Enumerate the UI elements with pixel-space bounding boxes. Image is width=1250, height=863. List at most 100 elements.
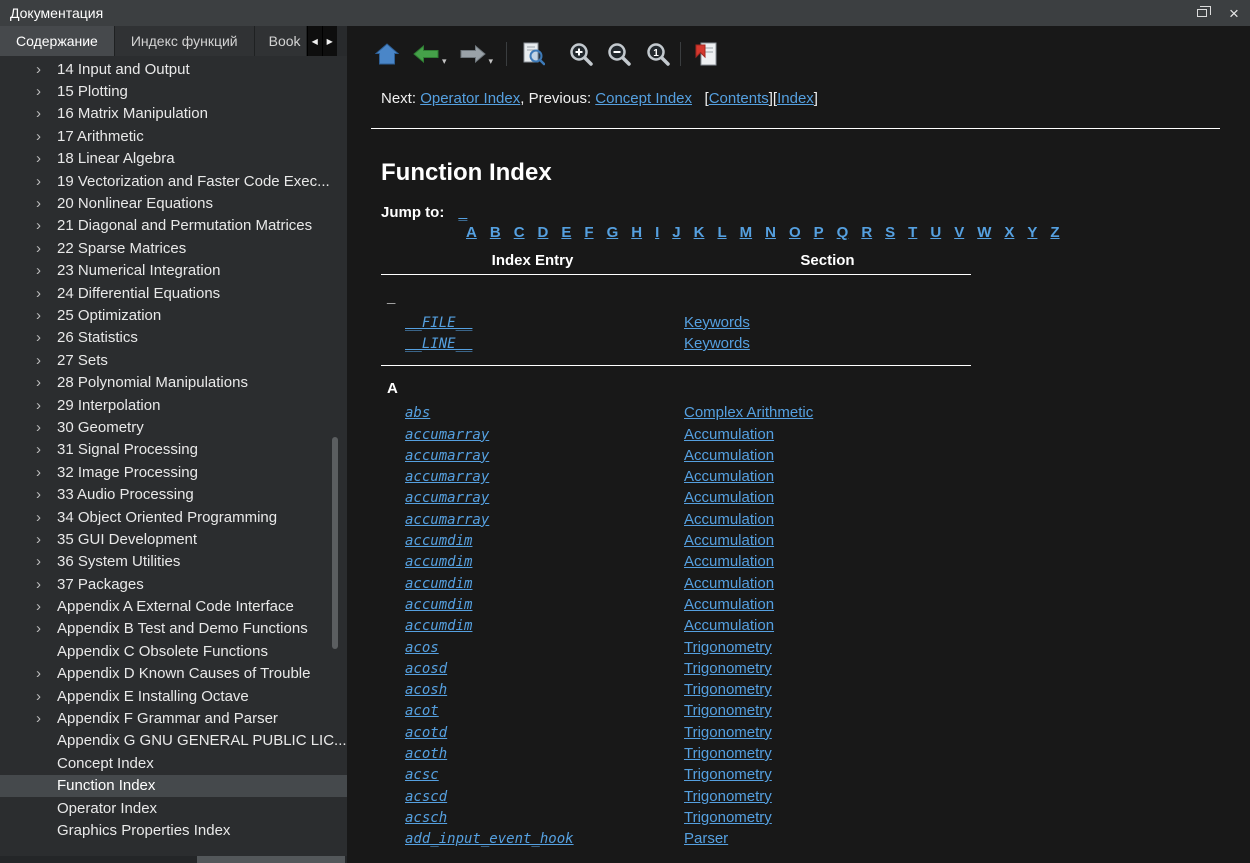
section-link[interactable]: Trigonometry	[684, 745, 772, 762]
jump-letter-z[interactable]: Z	[1050, 224, 1059, 241]
tree-item-17-arithmetic[interactable]: ›17 Arithmetic	[0, 125, 347, 147]
function-entry-link[interactable]: __LINE__	[405, 336, 472, 352]
expand-arrow-icon[interactable]: ›	[36, 196, 57, 211]
tab-function-index[interactable]: Индекс функций	[115, 26, 255, 56]
jump-letter-p[interactable]: P	[814, 224, 824, 241]
tree-item-34-object-oriented-programming[interactable]: ›34 Object Oriented Programming	[0, 506, 347, 528]
jump-letter-h[interactable]: H	[631, 224, 642, 241]
expand-arrow-icon[interactable]: ›	[36, 577, 57, 592]
jump-letter-n[interactable]: N	[765, 224, 776, 241]
expand-arrow-icon[interactable]: ›	[36, 510, 57, 525]
tree-item-21-diagonal-and-permutation-matrices[interactable]: ›21 Diagonal and Permutation Matrices	[0, 215, 347, 237]
tree-item-appendix-e-installing-octave[interactable]: ›Appendix E Installing Octave	[0, 685, 347, 707]
tree-item-appendix-c-obsolete-functions[interactable]: Appendix C Obsolete Functions	[0, 640, 347, 662]
tree-item-15-plotting[interactable]: ›15 Plotting	[0, 80, 347, 102]
zoom-original-button[interactable]: 1	[646, 42, 670, 66]
expand-arrow-icon[interactable]: ›	[36, 689, 57, 704]
jump-letter-s[interactable]: S	[885, 224, 895, 241]
expand-arrow-icon[interactable]: ›	[36, 129, 57, 144]
expand-arrow-icon[interactable]: ›	[36, 84, 57, 99]
function-entry-link[interactable]: accumdim	[405, 597, 472, 613]
tab-bookmarks[interactable]: Book	[255, 26, 307, 56]
jump-letter-w[interactable]: W	[977, 224, 991, 241]
tree-item-36-system-utilities[interactable]: ›36 System Utilities	[0, 551, 347, 573]
section-link[interactable]: Trigonometry	[684, 766, 772, 783]
tree-item-31-signal-processing[interactable]: ›31 Signal Processing	[0, 439, 347, 461]
tree-item-25-optimization[interactable]: ›25 Optimization	[0, 304, 347, 326]
expand-arrow-icon[interactable]: ›	[36, 308, 57, 323]
function-entry-link[interactable]: acoth	[405, 746, 447, 762]
section-link[interactable]: Trigonometry	[684, 702, 772, 719]
back-button[interactable]	[413, 45, 439, 63]
function-entry-link[interactable]: __FILE__	[405, 315, 472, 331]
forward-button[interactable]	[460, 45, 486, 63]
expand-arrow-icon[interactable]: ›	[36, 151, 57, 166]
tree-item-appendix-d-known-causes-of-trouble[interactable]: ›Appendix D Known Causes of Trouble	[0, 663, 347, 685]
expand-arrow-icon[interactable]: ›	[36, 420, 57, 435]
jump-letter-m[interactable]: M	[740, 224, 753, 241]
sidebar-horizontal-scrollbar[interactable]	[0, 856, 347, 863]
tree-item-37-packages[interactable]: ›37 Packages	[0, 573, 347, 595]
section-link[interactable]: Complex Arithmetic	[684, 404, 813, 421]
section-link[interactable]: Parser	[684, 830, 728, 847]
function-entry-link[interactable]: accumdim	[405, 554, 472, 570]
function-entry-link[interactable]: accumarray	[405, 469, 489, 485]
jump-letter-l[interactable]: L	[717, 224, 726, 241]
expand-arrow-icon[interactable]: ›	[36, 174, 57, 189]
section-link[interactable]: Accumulation	[684, 468, 774, 485]
expand-arrow-icon[interactable]: ›	[36, 532, 57, 547]
expand-arrow-icon[interactable]: ›	[36, 666, 57, 681]
titlebar[interactable]: Документация ×	[0, 0, 1250, 26]
section-link[interactable]: Accumulation	[684, 511, 774, 528]
section-link[interactable]: Keywords	[684, 314, 750, 331]
section-link[interactable]: Trigonometry	[684, 639, 772, 656]
function-entry-link[interactable]: abs	[405, 405, 430, 421]
function-entry-link[interactable]: accumdim	[405, 533, 472, 549]
tree-item-28-polynomial-manipulations[interactable]: ›28 Polynomial Manipulations	[0, 371, 347, 393]
expand-arrow-icon[interactable]: ›	[36, 398, 57, 413]
tree-item-graphics-properties-index[interactable]: Graphics Properties Index	[0, 819, 347, 841]
nav-index-link[interactable]: Index	[777, 90, 814, 107]
tree-item-operator-index[interactable]: Operator Index	[0, 797, 347, 819]
section-link[interactable]: Accumulation	[684, 553, 774, 570]
function-entry-link[interactable]: add_input_event_hook	[405, 831, 574, 847]
jump-letter-o[interactable]: O	[789, 224, 801, 241]
close-button[interactable]: ×	[1218, 0, 1250, 26]
expand-arrow-icon[interactable]: ›	[36, 286, 57, 301]
jump-letter-a[interactable]: A	[466, 224, 477, 241]
function-entry-link[interactable]: accumarray	[405, 490, 489, 506]
tree-item-function-index[interactable]: Function Index	[0, 775, 347, 797]
function-entry-link[interactable]: accumdim	[405, 576, 472, 592]
expand-arrow-icon[interactable]: ›	[36, 442, 57, 457]
jump-letter-r[interactable]: R	[861, 224, 872, 241]
expand-arrow-icon[interactable]: ›	[36, 487, 57, 502]
function-entry-link[interactable]: accumarray	[405, 427, 489, 443]
jump-letter-underscore[interactable]: _	[458, 203, 467, 221]
function-entry-link[interactable]: acsch	[405, 810, 447, 826]
tree-item-20-nonlinear-equations[interactable]: ›20 Nonlinear Equations	[0, 192, 347, 214]
nav-previous-link[interactable]: Concept Index	[595, 90, 692, 107]
section-link[interactable]: Accumulation	[684, 447, 774, 464]
find-button[interactable]	[523, 42, 545, 66]
tree-item-26-statistics[interactable]: ›26 Statistics	[0, 327, 347, 349]
forward-dropdown-icon[interactable]: ▾	[489, 56, 494, 67]
jump-letter-t[interactable]: T	[908, 224, 917, 241]
jump-letter-b[interactable]: B	[490, 224, 501, 241]
tree-item-16-matrix-manipulation[interactable]: ›16 Matrix Manipulation	[0, 103, 347, 125]
jump-letter-v[interactable]: V	[954, 224, 964, 241]
expand-arrow-icon[interactable]: ›	[36, 218, 57, 233]
jump-letter-g[interactable]: G	[607, 224, 619, 241]
tab-scroll-left-button[interactable]: ◀	[307, 26, 322, 56]
tree-item-22-sparse-matrices[interactable]: ›22 Sparse Matrices	[0, 237, 347, 259]
expand-arrow-icon[interactable]: ›	[36, 554, 57, 569]
expand-arrow-icon[interactable]: ›	[36, 330, 57, 345]
jump-letter-x[interactable]: X	[1004, 224, 1014, 241]
tree-item-33-audio-processing[interactable]: ›33 Audio Processing	[0, 483, 347, 505]
tree-item-29-interpolation[interactable]: ›29 Interpolation	[0, 394, 347, 416]
expand-arrow-icon[interactable]: ›	[36, 353, 57, 368]
section-link[interactable]: Trigonometry	[684, 660, 772, 677]
jump-letter-y[interactable]: Y	[1027, 224, 1037, 241]
section-link[interactable]: Accumulation	[684, 426, 774, 443]
function-entry-link[interactable]: acos	[405, 640, 439, 656]
function-entry-link[interactable]: acot	[405, 703, 439, 719]
